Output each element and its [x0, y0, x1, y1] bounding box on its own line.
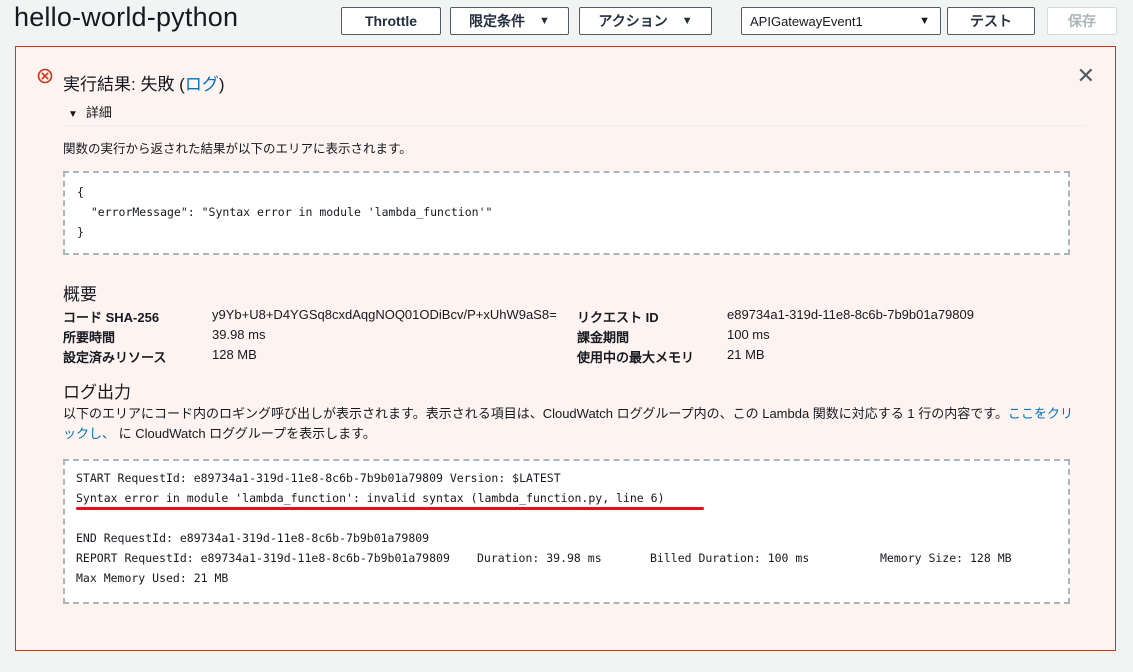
- log-desc-text: に CloudWatch ロググループを表示します。: [115, 426, 376, 441]
- error-circle-icon: [37, 68, 53, 84]
- result-title-prefix: 実行結果: 失敗 (: [63, 75, 185, 94]
- summary-key: 課金期間: [577, 330, 630, 345]
- caret-down-icon: ▼: [919, 15, 930, 27]
- summary-value: 21 MB: [727, 347, 765, 362]
- log-line-report: REPORT RequestId: e89734a1-319d-11e8-8c6…: [76, 551, 1057, 571]
- report-billed: Billed Duration: 100 ms: [650, 551, 810, 565]
- summary-key: コード SHA-256: [63, 310, 160, 325]
- log-line: END RequestId: e89734a1-319d-11e8-8c6b-7…: [76, 531, 430, 545]
- summary-value: 39.98 ms: [212, 327, 266, 342]
- summary-key: リクエスト ID: [577, 310, 659, 325]
- summary-value: 128 MB: [212, 347, 257, 362]
- close-icon[interactable]: ✕: [1077, 65, 1095, 87]
- execution-result-panel: 実行結果: 失敗 (ログ) ✕ ▼ 詳細 関数の実行から返された結果が以下のエリア…: [15, 46, 1116, 651]
- test-button[interactable]: テスト: [947, 7, 1035, 35]
- output-line: {: [77, 185, 84, 199]
- log-link[interactable]: ログ: [185, 75, 219, 94]
- log-line: Max Memory Used: 21 MB: [76, 571, 229, 585]
- test-event-value: APIGatewayEvent1: [750, 13, 863, 29]
- summary-key: 設定済みリソース: [63, 350, 167, 365]
- result-description: 関数の実行から返された結果が以下のエリアに表示されます。: [63, 142, 412, 156]
- log-line: START RequestId: e89734a1-319d-11e8-8c6b…: [76, 471, 561, 485]
- summary-key: 使用中の最大メモリ: [577, 350, 695, 365]
- summary-key: 所要時間: [63, 330, 116, 345]
- summary-value: y9Yb+U8+D4YGSq8cxdAqgNOQ01ODiBcv/P+xUhW9…: [212, 307, 557, 322]
- output-line: "errorMessage": "Syntax error in module …: [77, 205, 493, 219]
- save-label: 保存: [1068, 13, 1096, 29]
- qualifiers-label: 限定条件: [469, 13, 526, 29]
- result-output-box: { "errorMessage": "Syntax error in modul…: [63, 171, 1070, 255]
- report-memory: Memory Size: 128 MB: [880, 551, 1012, 565]
- report-duration: Duration: 39.98 ms: [477, 551, 602, 565]
- triangle-down-icon: ▼: [68, 109, 78, 120]
- actions-dropdown[interactable]: アクション ▼: [579, 7, 712, 35]
- caret-down-icon: ▼: [681, 15, 693, 27]
- actions-label: アクション: [598, 13, 668, 29]
- summary-value: e89734a1-319d-11e8-8c6b-7b9b01a79809: [727, 307, 974, 322]
- summary-value: 100 ms: [727, 327, 770, 342]
- log-desc-text: 以下のエリアにコード内のロギング呼び出しが表示されます。表示される項目は、Clo…: [63, 406, 1008, 421]
- divider: [63, 125, 1085, 126]
- details-label: 詳細: [85, 105, 112, 120]
- caret-down-icon: ▼: [539, 15, 550, 27]
- test-label: テスト: [970, 13, 1012, 29]
- result-title-suffix: ): [218, 75, 225, 94]
- function-name: hello-world-python: [14, 2, 239, 32]
- throttle-label: Throttle: [364, 13, 418, 29]
- report-request: REPORT RequestId: e89734a1-319d-11e8-8c6…: [76, 551, 450, 565]
- summary-heading: 概要: [63, 285, 97, 304]
- throttle-button[interactable]: Throttle: [341, 7, 441, 35]
- details-toggle[interactable]: ▼ 詳細: [68, 102, 112, 121]
- log-output-description: 以下のエリアにコード内のロギング呼び出しが表示されます。表示される項目は、Clo…: [63, 404, 1083, 444]
- top-bar: hello-world-python Throttle 限定条件 ▼ アクション…: [0, 0, 1133, 44]
- log-output-heading: ログ出力: [63, 383, 131, 402]
- output-line: }: [77, 225, 84, 239]
- save-button[interactable]: 保存: [1047, 7, 1117, 35]
- result-title: 実行結果: 失敗 (ログ): [63, 70, 225, 95]
- test-event-select[interactable]: APIGatewayEvent1 ▼: [741, 7, 941, 35]
- qualifiers-dropdown[interactable]: 限定条件 ▼: [450, 7, 569, 35]
- error-highlight-underline: [76, 507, 704, 510]
- log-output-box: START RequestId: e89734a1-319d-11e8-8c6b…: [63, 459, 1070, 604]
